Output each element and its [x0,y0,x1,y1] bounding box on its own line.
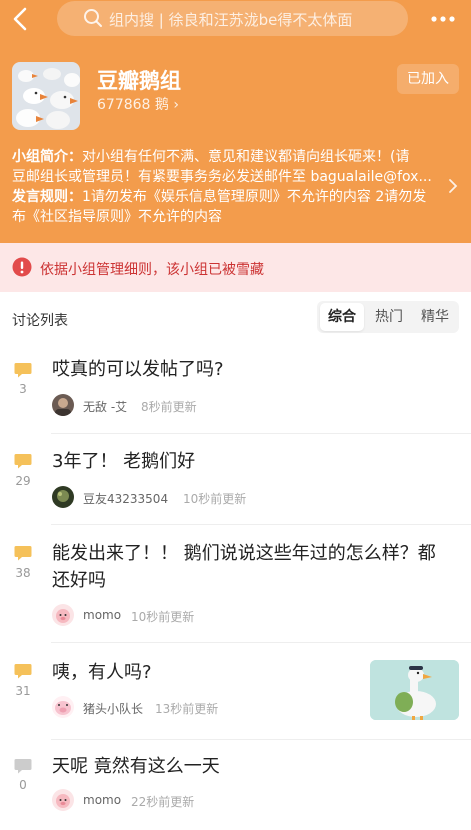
post-title[interactable]: 天呢 竟然有这么一天 [52,753,220,780]
more-icon[interactable] [431,16,455,22]
list-item[interactable]: 31 咦，有人吗? 猪头小队长 13秒前更新 [0,643,471,740]
tab-hot[interactable]: 热门 [367,303,411,331]
avatar[interactable] [52,394,74,416]
hidden-group-alert: 依据小组管理细则，该小组已被雪藏 [0,243,471,292]
comment-count: 38 [15,566,31,580]
alert-icon [12,257,32,277]
list-item[interactable]: 0 天呢 竟然有这么一天 momo 22秒前更新 [0,740,471,830]
comment-icon [14,664,32,679]
tab-comprehensive[interactable]: 综合 [320,303,364,331]
rules-text-line2: 布《社区指导原则》不允许的内容 [12,209,222,225]
group-header: 组内搜 | 徐良和汪苏泷be得不太体面 豆瓣鹅组 677868 鹅 › 已加入 … [0,0,471,243]
tab-featured[interactable]: 精华 [413,303,457,331]
sort-tabs: 综合 热门 精华 [317,301,459,333]
comment-icon [14,363,32,378]
avatar[interactable] [52,604,74,626]
post-title-line2[interactable]: 还好吗 [52,567,106,594]
intro-text-line1: 对小组有任何不满、意见和建议都请向组长砸来！(请 [82,149,410,165]
post-author[interactable]: 豆友43233504 [83,490,168,507]
post-time: 10秒前更新 [183,492,247,506]
post-time: 10秒前更新 [131,610,195,624]
intro-label: 小组简介： [12,149,82,165]
alert-text: 依据小组管理细则，该小组已被雪藏 [40,262,264,278]
comment-count: 0 [19,778,27,792]
search-icon [84,9,102,27]
comment-icon [14,546,32,561]
post-time: 22秒前更新 [131,795,195,809]
post-time: 13秒前更新 [155,702,219,716]
post-author[interactable]: 无敌 -艾 [83,398,127,415]
discussion-list-header: 讨论列表 综合 热门 精华 [0,292,471,344]
comment-icon [14,454,32,469]
search-placeholder: 组内搜 | 徐良和汪苏泷be得不太体面 [109,11,353,29]
comment-icon [14,759,32,774]
top-bar: 组内搜 | 徐良和汪苏泷be得不太体面 [0,0,471,38]
chevron-right-icon[interactable] [448,178,458,194]
group-intro[interactable]: 小组简介：对小组有任何不满、意见和建议都请向组长砸来！(请 豆邮组长或管理员！有… [12,147,442,187]
post-title[interactable]: 哎真的可以发帖了吗? [52,356,224,383]
rules-label: 发言规则： [12,189,82,205]
post-title[interactable]: 3年了！ 老鹅们好 [52,448,195,475]
post-time: 8秒前更新 [141,400,197,414]
avatar[interactable] [52,486,74,508]
list-item[interactable]: 38 能发出来了！！ 鹅们说说这些年过的怎么样？都 还好吗 momo 10秒前更… [0,525,471,643]
post-author[interactable]: 猪头小队长 [83,700,143,717]
post-title-line1[interactable]: 能发出来了！！ 鹅们说说这些年过的怎么样？都 [52,540,436,567]
joined-button[interactable]: 已加入 [397,64,459,94]
post-thumbnail[interactable] [370,660,459,720]
group-avatar[interactable] [12,62,80,130]
post-author[interactable]: momo [83,608,121,622]
list-item[interactable]: 29 3年了！ 老鹅们好 豆友43233504 10秒前更新 [0,434,471,525]
list-title: 讨论列表 [12,313,68,329]
search-input[interactable]: 组内搜 | 徐良和汪苏泷be得不太体面 [57,1,408,36]
post-author[interactable]: momo [83,793,121,807]
rules-text-line1: 1请勿发布《娱乐信息管理原则》不允许的内容 2请勿发 [82,189,427,205]
post-title[interactable]: 咦，有人吗? [52,659,152,686]
avatar[interactable] [52,789,74,811]
comment-count: 31 [15,684,31,698]
avatar[interactable] [52,696,74,718]
member-count[interactable]: 677868 鹅 › [97,94,179,114]
group-rules[interactable]: 发言规则：1请勿发布《娱乐信息管理原则》不允许的内容 2请勿发 布《社区指导原则… [12,187,442,227]
back-icon[interactable] [10,6,32,32]
comment-count: 3 [19,382,27,396]
comment-count: 29 [15,474,31,488]
list-item[interactable]: 3 哎真的可以发帖了吗? 无敌 -艾 8秒前更新 [0,344,471,434]
group-name: 豆瓣鹅组 [97,69,181,93]
intro-text-line2: 豆邮组长或管理员！有紧要事务务必发送邮件至 bagualaile@fox... [12,169,432,185]
